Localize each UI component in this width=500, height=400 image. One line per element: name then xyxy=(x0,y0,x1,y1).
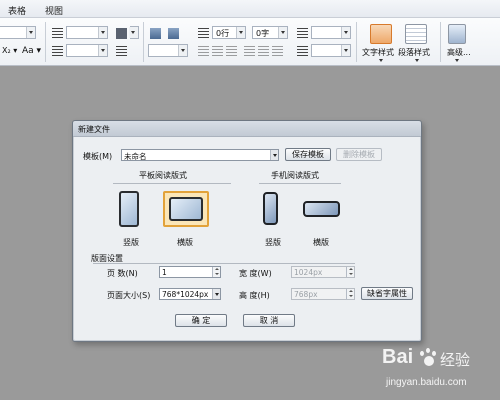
tablet-landscape-label: 横版 xyxy=(177,238,193,247)
template-dropdown-icon[interactable] xyxy=(270,150,278,160)
new-file-dialog: 新建文件 模板(M) 未命名 保存模板 删除模板 平板阅读版式 手机阅读版式 竖… xyxy=(72,120,422,342)
align-justify-icon[interactable] xyxy=(198,46,209,57)
template-label: 模板(M) xyxy=(83,152,113,161)
space-before-input[interactable]: 0行 xyxy=(212,26,246,39)
align-right-block-icon[interactable] xyxy=(244,46,255,57)
template-value: 未命名 xyxy=(124,152,147,161)
char-spacing-input[interactable] xyxy=(311,44,351,57)
paragraph-style-button[interactable]: 段落样式 xyxy=(398,47,430,58)
tablet-portrait-label: 竖版 xyxy=(123,238,139,247)
phone-portrait-icon xyxy=(263,192,278,225)
template-select[interactable]: 未命名 xyxy=(121,149,279,161)
align-distribute-icon[interactable] xyxy=(226,46,237,57)
tablet-landscape-option[interactable] xyxy=(163,191,209,227)
space-before-icon[interactable] xyxy=(198,28,209,39)
tablet-portrait-icon xyxy=(119,191,139,227)
pages-spinner[interactable] xyxy=(212,267,220,277)
height-label: 高 度(H) xyxy=(239,291,270,300)
width-value: 1024px xyxy=(294,268,323,277)
first-indent-icon[interactable] xyxy=(52,28,63,39)
shading-icon[interactable] xyxy=(116,28,127,39)
page-size-select[interactable]: 768*1024px xyxy=(159,288,221,300)
tablet-group-divider xyxy=(113,183,231,184)
subscript-icon[interactable]: X₂ ▾ xyxy=(2,46,17,55)
text-style-button[interactable]: 文字样式 xyxy=(362,47,394,58)
char-spacing-icon[interactable] xyxy=(297,46,308,57)
space-before-value: 0行 xyxy=(216,29,230,38)
align-top-icon[interactable] xyxy=(258,46,269,57)
font-size-select[interactable] xyxy=(0,26,36,39)
phone-portrait-option[interactable] xyxy=(261,189,281,231)
height-spinner[interactable] xyxy=(346,289,354,299)
menu-table[interactable]: 表格 xyxy=(8,4,26,17)
align-left-icon[interactable] xyxy=(150,28,161,39)
paragraph-style-icon[interactable] xyxy=(405,24,427,44)
save-template-button[interactable]: 保存模板 xyxy=(285,148,331,161)
line-spacing-input[interactable] xyxy=(311,26,351,39)
delete-template-button[interactable]: 删除模板 xyxy=(336,148,382,161)
tablet-group-label: 平板阅读版式 xyxy=(139,171,187,180)
indent-input-2[interactable] xyxy=(66,44,108,57)
text-style-dropdown-icon[interactable] xyxy=(379,59,383,62)
phone-landscape-label: 横版 xyxy=(313,238,329,247)
page-size-label: 页面大小(S) xyxy=(107,291,151,300)
underline-style-icon[interactable] xyxy=(116,46,127,57)
paw-icon xyxy=(419,348,437,368)
phone-group-label: 手机阅读版式 xyxy=(271,171,319,180)
pages-value: 1 xyxy=(162,268,167,277)
watermark-url: jingyan.baidu.com xyxy=(386,377,467,388)
shading-dropdown[interactable] xyxy=(129,26,139,39)
dialog-title: 新建文件 xyxy=(78,125,110,134)
width-spinner[interactable] xyxy=(346,267,354,277)
advanced-dropdown-icon[interactable] xyxy=(455,59,459,62)
space-after-value: 0字 xyxy=(256,29,270,38)
line-spacing-icon[interactable] xyxy=(297,28,308,39)
tablet-landscape-icon xyxy=(169,197,203,221)
menu-view[interactable]: 视图 xyxy=(45,4,63,17)
advanced-icon[interactable] xyxy=(448,24,466,44)
menu-bar: 表格 视图 xyxy=(0,0,500,18)
align-center-icon[interactable] xyxy=(212,46,223,57)
height-input[interactable]: 768px xyxy=(291,288,355,300)
ribbon-toolbar: X₂ ▾ Aa ▾ 0行 0字 文字样式 段落样式 高级... xyxy=(0,18,500,66)
baidu-watermark: Bai 经验 jingyan.baidu.com xyxy=(382,346,497,396)
spacing-input[interactable] xyxy=(148,44,188,57)
align-bottom-icon[interactable] xyxy=(272,46,283,57)
space-after-input[interactable]: 0字 xyxy=(252,26,288,39)
phone-portrait-label: 竖版 xyxy=(265,238,281,247)
pages-label: 页 数(N) xyxy=(107,269,138,278)
phone-landscape-option[interactable] xyxy=(301,199,343,219)
page-setup-divider xyxy=(93,263,355,264)
watermark-brand-2: 经验 xyxy=(440,351,471,369)
advanced-button[interactable]: 高级... xyxy=(447,47,471,58)
tablet-portrait-option[interactable] xyxy=(117,189,141,231)
page-size-dropdown-icon[interactable] xyxy=(212,289,220,299)
phone-group-divider xyxy=(259,183,341,184)
indent-input[interactable] xyxy=(66,26,108,39)
font-case-icon[interactable]: Aa ▾ xyxy=(22,46,41,56)
pages-input[interactable]: 1 xyxy=(159,266,221,278)
width-label: 宽 度(W) xyxy=(239,269,272,278)
paragraph-style-dropdown-icon[interactable] xyxy=(415,59,419,62)
height-value: 768px xyxy=(294,290,318,299)
text-style-icon[interactable] xyxy=(370,24,392,44)
page-size-value: 768*1024px xyxy=(162,290,209,299)
ok-button[interactable]: 确 定 xyxy=(175,314,227,327)
watermark-brand: Bai xyxy=(382,346,414,368)
align-right-icon[interactable] xyxy=(168,28,179,39)
width-input[interactable]: 1024px xyxy=(291,266,355,278)
dialog-titlebar[interactable]: 新建文件 xyxy=(73,121,421,137)
phone-landscape-icon xyxy=(303,201,340,217)
hanging-indent-icon[interactable] xyxy=(52,46,63,57)
default-font-button[interactable]: 缺省字属性 xyxy=(361,287,413,300)
cancel-button[interactable]: 取 消 xyxy=(243,314,295,327)
